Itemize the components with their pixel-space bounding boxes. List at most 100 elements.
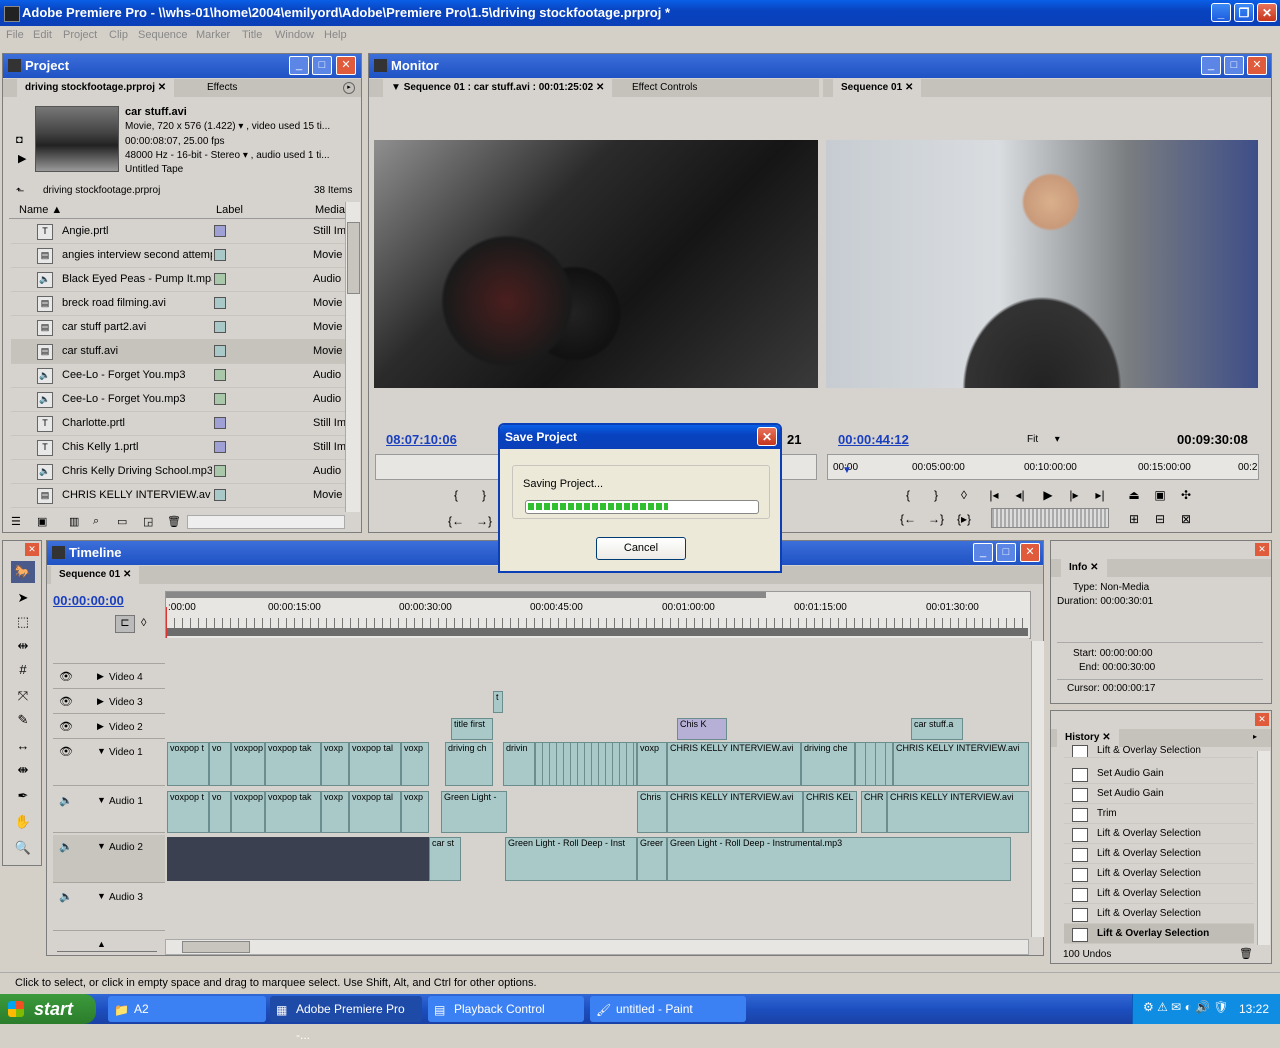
list-item[interactable]: ▤ car stuff part2.avi Movie bbox=[11, 315, 347, 340]
history-item-selected[interactable]: Lift & Overlay Selection bbox=[1064, 924, 1254, 944]
play-icon[interactable]: ▶ bbox=[18, 152, 26, 165]
timeline-close-button[interactable]: ✕ bbox=[1020, 543, 1040, 562]
tab-effects[interactable]: Effects bbox=[199, 79, 245, 97]
icon-view-icon[interactable]: ▣ bbox=[37, 515, 47, 528]
list-item[interactable]: T Charlotte.prtl Still Im bbox=[11, 411, 347, 436]
marker-button[interactable]: ◊ bbox=[955, 488, 973, 502]
close-button[interactable]: ✕ bbox=[1257, 3, 1277, 22]
info-close-icon[interactable]: ✕ bbox=[1255, 543, 1269, 556]
label-swatch[interactable] bbox=[214, 417, 226, 429]
clip[interactable]: Green Light - Roll Deep - Inst bbox=[505, 837, 637, 881]
program-timecode[interactable]: 00:00:44:12 bbox=[838, 432, 909, 447]
label-swatch[interactable] bbox=[214, 345, 226, 357]
clip[interactable]: voxpop t bbox=[167, 791, 209, 833]
close-icon[interactable]: ✕ bbox=[158, 82, 166, 93]
monitor-maximize-button[interactable]: □ bbox=[1224, 56, 1244, 75]
timeline-hscroll[interactable] bbox=[165, 939, 1029, 955]
mark-out-button[interactable]: } bbox=[475, 488, 493, 502]
rate-stretch-icon[interactable]: ⤧ bbox=[11, 685, 35, 707]
taskbar-item-playback[interactable]: ▤ Playback Control bbox=[428, 996, 584, 1022]
list-item[interactable]: ▤ breck road filming.avi Movie bbox=[11, 291, 347, 316]
menu-title[interactable]: Title bbox=[242, 29, 262, 41]
track-select-icon[interactable]: ⬚ bbox=[11, 611, 35, 633]
clip[interactable]: voxpop bbox=[231, 791, 265, 833]
history-item[interactable]: Lift & Overlay Selection bbox=[1064, 824, 1254, 844]
scroll-thumb[interactable] bbox=[347, 222, 360, 294]
new-item-icon[interactable]: ◲ bbox=[143, 515, 153, 528]
clip[interactable]: Chris bbox=[637, 791, 667, 833]
menu-sequence[interactable]: Sequence bbox=[138, 29, 188, 41]
speaker-icon[interactable]: 🔈 bbox=[59, 840, 73, 853]
label-swatch[interactable] bbox=[214, 441, 226, 453]
camera-icon[interactable]: ◘ bbox=[16, 134, 23, 146]
goto-out-button[interactable]: →} bbox=[927, 512, 945, 526]
find-icon[interactable]: ⌕ bbox=[93, 515, 99, 528]
taskbar-item-paint[interactable]: 🖌 untitled - Paint bbox=[590, 996, 746, 1022]
history-item[interactable]: Lift & Overlay Selection bbox=[1064, 904, 1254, 924]
tab-info[interactable]: Info ✕ bbox=[1061, 559, 1107, 577]
expand-icon[interactable]: ▶ bbox=[97, 721, 104, 732]
program-time-ruler[interactable]: 00:00 00:05:00:00 00:10:00:00 00:15:00:0… bbox=[827, 454, 1259, 480]
history-item[interactable]: Lift & Overlay Selection bbox=[1064, 744, 1254, 758]
selection-arrow-icon[interactable]: ➤ bbox=[11, 587, 35, 609]
clip[interactable]: CHRIS KELLY INTERVIEW.avi bbox=[667, 742, 801, 786]
timeline-maximize-button[interactable]: □ bbox=[996, 543, 1016, 562]
tab-effect-controls[interactable]: Effect Controls bbox=[624, 79, 705, 97]
close-icon[interactable]: ✕ bbox=[123, 569, 131, 580]
snap-icon[interactable]: ⊏ bbox=[115, 615, 135, 633]
clip[interactable]: Greer bbox=[637, 837, 667, 881]
clip[interactable] bbox=[855, 742, 893, 786]
list-item[interactable]: 🔈 Cee-Lo - Forget You.mp3 Audio bbox=[11, 387, 347, 412]
minimize-button[interactable]: _ bbox=[1211, 3, 1231, 22]
label-swatch[interactable] bbox=[214, 393, 226, 405]
speaker-icon[interactable]: 🔈 bbox=[59, 890, 73, 903]
menu-clip[interactable]: Clip bbox=[109, 29, 128, 41]
close-icon[interactable]: ✕ bbox=[905, 82, 913, 93]
list-item[interactable]: 🔈 Chris Kelly Driving School.mp3 Audio bbox=[11, 459, 347, 484]
clip[interactable]: Chis K bbox=[677, 718, 727, 740]
list-item[interactable]: 🔈 Cee-Lo - Forget You.mp3 Audio bbox=[11, 363, 347, 388]
label-swatch[interactable] bbox=[214, 249, 226, 261]
list-item[interactable]: T Chis Kelly 1.prtl Still Im bbox=[11, 435, 347, 460]
zoom-thumb[interactable]: ▲ bbox=[97, 939, 106, 949]
step-forward-button[interactable]: |▸ bbox=[1065, 488, 1083, 502]
rolling-edit-icon[interactable]: # bbox=[11, 659, 35, 681]
close-icon[interactable]: ✕ bbox=[596, 82, 604, 93]
clip[interactable]: title first bbox=[451, 718, 493, 740]
hscroll-thumb[interactable] bbox=[182, 941, 250, 953]
bin-scrollbar[interactable] bbox=[345, 202, 360, 512]
label-swatch[interactable] bbox=[214, 297, 226, 309]
clip[interactable]: driving che bbox=[801, 742, 855, 786]
clip[interactable]: voxp bbox=[401, 791, 429, 833]
clip[interactable]: CHRIS KELLY INTERVIEW.avi bbox=[887, 791, 1029, 833]
mark-in-button[interactable]: { bbox=[447, 488, 465, 502]
slide-icon[interactable]: ⇼ bbox=[11, 759, 35, 781]
col-media[interactable]: Media bbox=[315, 204, 345, 216]
close-icon[interactable]: ✕ bbox=[1090, 562, 1098, 573]
safe-margins-button[interactable]: ▣ bbox=[1151, 488, 1169, 502]
clip[interactable]: Green Light - Roll Deep - Instrumental.m… bbox=[667, 837, 1011, 881]
clip[interactable]: voxp bbox=[637, 742, 667, 786]
clip[interactable]: voxpop tak bbox=[265, 742, 321, 786]
mark-in-button[interactable]: { bbox=[899, 488, 917, 502]
list-item[interactable]: ▤ CHRIS KELLY INTERVIEW.av Movie bbox=[11, 483, 347, 508]
clip[interactable]: CHRIS KELLY INTERVIEW.avi bbox=[667, 791, 803, 833]
menu-file[interactable]: File bbox=[6, 29, 24, 41]
history-item[interactable]: Set Audio Gain bbox=[1064, 764, 1254, 784]
output-button[interactable]: ✣ bbox=[1177, 488, 1195, 502]
label-swatch[interactable] bbox=[214, 273, 226, 285]
mark-out-button[interactable]: } bbox=[927, 488, 945, 502]
panel-menu-icon[interactable]: ▸ bbox=[343, 82, 355, 94]
maximize-button[interactable]: ❐ bbox=[1234, 3, 1254, 22]
list-view-icon[interactable]: ☰ bbox=[11, 515, 21, 528]
folder-up-icon[interactable]: ⬑ bbox=[16, 186, 24, 197]
label-swatch[interactable] bbox=[214, 465, 226, 477]
fit-dropdown[interactable]: Fit ▾ bbox=[1027, 434, 1060, 445]
taskbar-item-folder[interactable]: 📁 A2 bbox=[108, 996, 266, 1022]
dialog-close-button[interactable]: ✕ bbox=[757, 427, 777, 446]
project-hscroll[interactable] bbox=[187, 515, 345, 529]
list-item[interactable]: ▤ car stuff.avi Movie bbox=[11, 339, 347, 364]
clip[interactable]: voxp bbox=[321, 791, 349, 833]
clip[interactable]: voxpop tal bbox=[349, 791, 401, 833]
list-item[interactable]: ▤ angies interview second attemp Movie bbox=[11, 243, 347, 268]
